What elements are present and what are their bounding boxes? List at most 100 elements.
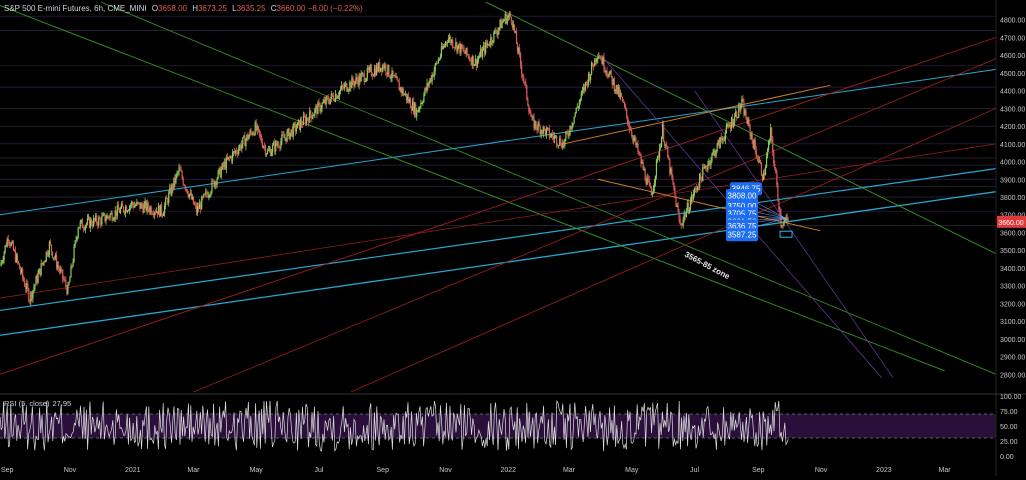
candle — [567, 132, 569, 136]
chart-canvas[interactable]: 3846.753808.003750.003705.753661.503636.… — [0, 0, 1026, 480]
candle — [88, 217, 91, 228]
candle — [511, 21, 514, 28]
candle — [148, 208, 150, 213]
candle — [21, 268, 23, 273]
candle — [529, 112, 531, 114]
candle — [180, 170, 182, 172]
candle — [361, 73, 363, 75]
candle — [281, 134, 283, 142]
candle — [703, 167, 705, 168]
candle — [119, 208, 121, 213]
candle — [655, 159, 658, 176]
candle — [200, 203, 202, 210]
candle — [657, 155, 660, 158]
candle — [650, 187, 652, 196]
candle — [632, 136, 634, 141]
candle — [403, 94, 405, 96]
candle — [387, 64, 389, 75]
candle — [239, 144, 241, 149]
candle — [363, 73, 365, 82]
candle — [369, 66, 372, 68]
candle — [19, 269, 22, 273]
candle — [324, 100, 326, 105]
candle — [289, 132, 291, 140]
candle — [50, 244, 53, 252]
candle — [679, 219, 681, 225]
candle — [389, 76, 391, 79]
candle — [507, 16, 509, 18]
candle — [727, 124, 730, 127]
candle — [58, 265, 60, 269]
candle — [594, 58, 596, 67]
candle — [126, 210, 129, 212]
candle — [24, 280, 26, 287]
candle — [606, 71, 608, 75]
candle — [620, 93, 623, 97]
candle — [686, 202, 688, 211]
candle — [676, 205, 678, 207]
price-tick-label: 4500.00 — [1000, 71, 1025, 78]
candle — [98, 217, 100, 226]
candle — [187, 193, 189, 198]
candle — [9, 243, 11, 246]
candle — [106, 215, 108, 220]
time-tick-label: Mar — [939, 467, 952, 474]
candle — [761, 174, 764, 180]
candle — [16, 254, 19, 262]
candle — [322, 102, 324, 104]
candle — [76, 237, 78, 240]
price-tick-label: 4300.00 — [1000, 106, 1025, 113]
candle — [408, 99, 411, 102]
candle — [25, 286, 27, 290]
candle — [578, 101, 580, 108]
candle — [381, 67, 383, 72]
candle — [101, 216, 103, 225]
candle — [51, 251, 54, 258]
price-tick-label: 3400.00 — [1000, 266, 1025, 273]
candle — [349, 82, 351, 90]
candle — [335, 94, 338, 99]
candle — [682, 218, 684, 226]
candle — [103, 213, 105, 215]
candle — [105, 219, 107, 222]
candle — [378, 62, 380, 72]
candle — [695, 188, 698, 190]
candle — [299, 120, 302, 130]
candle — [133, 204, 135, 208]
candle — [355, 77, 357, 82]
candle — [494, 30, 496, 32]
time-tick-label: 2022 — [501, 467, 517, 474]
candle — [207, 194, 209, 198]
candle — [587, 73, 590, 86]
candle — [237, 152, 239, 154]
candle — [205, 191, 207, 194]
candle — [465, 47, 467, 54]
candle — [753, 140, 755, 149]
candle — [176, 172, 178, 175]
candle — [228, 156, 231, 158]
candle — [117, 205, 119, 211]
candle — [751, 134, 753, 141]
candle — [692, 193, 695, 199]
candle — [414, 103, 416, 114]
candle — [701, 177, 703, 182]
candle — [738, 103, 740, 118]
candle — [484, 45, 486, 54]
high-value: 3673.25 — [197, 4, 227, 13]
candle — [62, 269, 64, 279]
candle — [645, 179, 647, 185]
candle — [602, 56, 604, 65]
candle — [192, 196, 195, 205]
candle — [741, 99, 743, 107]
candle — [167, 198, 169, 204]
candle — [90, 219, 93, 225]
candle — [600, 58, 602, 60]
candle — [31, 292, 33, 299]
candle — [251, 132, 253, 135]
candle — [197, 206, 200, 210]
candle — [665, 145, 667, 146]
candle — [193, 204, 196, 205]
candle — [386, 72, 388, 75]
candle — [170, 187, 172, 195]
candle — [315, 106, 317, 109]
